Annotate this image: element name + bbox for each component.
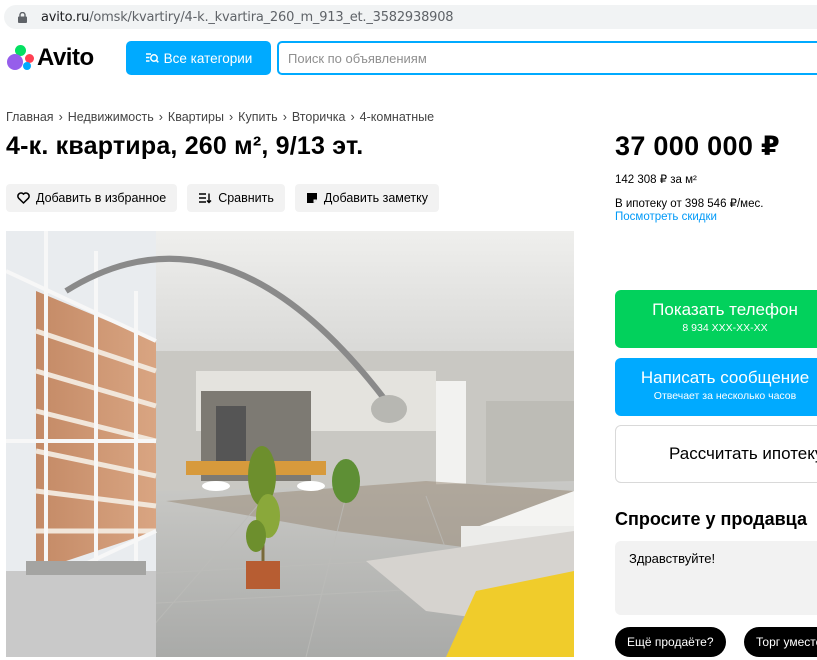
show-phone-button[interactable]: Показать телефон 8 934 XXX-XX-XX bbox=[615, 290, 817, 348]
breadcrumb-item-home[interactable]: Главная bbox=[6, 110, 54, 124]
heart-icon bbox=[17, 192, 30, 204]
add-favorite-label: Добавить в избранное bbox=[36, 191, 167, 205]
discounts-link[interactable]: Посмотреть скидки bbox=[615, 211, 717, 223]
mortgage-info: В ипотеку от 398 546 ₽/мес. bbox=[615, 198, 764, 210]
logo-text: Avito bbox=[37, 44, 94, 71]
categories-search-icon bbox=[145, 52, 159, 64]
ask-seller-heading: Спросите у продавца bbox=[615, 509, 807, 529]
note-icon bbox=[306, 192, 318, 204]
search-input[interactable]: Поиск по объявлениям bbox=[277, 41, 817, 75]
search-placeholder: Поиск по объявлениям bbox=[288, 50, 427, 66]
breadcrumb-item-buy[interactable]: Купить bbox=[238, 110, 278, 124]
ask-seller-text: Здравствуйте! bbox=[629, 551, 716, 566]
breadcrumb-separator: › bbox=[350, 110, 355, 124]
compare-button[interactable]: Сравнить bbox=[187, 184, 285, 212]
listing-actions: Добавить в избранное Сравнить Добавить з… bbox=[6, 184, 449, 212]
breadcrumb-separator: › bbox=[228, 110, 234, 124]
add-note-button[interactable]: Добавить заметку bbox=[294, 184, 440, 212]
breadcrumb-separator: › bbox=[158, 110, 163, 124]
write-message-label: Написать сообщение bbox=[640, 368, 810, 387]
page-title: 4-к. квартира, 260 м², 9/13 эт. bbox=[6, 132, 364, 160]
url-path: /omsk/kvartiry/4-k._kvartira_260_m_913_e… bbox=[89, 9, 454, 25]
avito-logo[interactable]: Avito bbox=[6, 44, 94, 71]
add-note-label: Добавить заметку bbox=[323, 191, 429, 205]
price: 37 000 000 ₽ bbox=[615, 131, 781, 161]
url-domain: avito.ru bbox=[41, 9, 90, 25]
breadcrumb-separator: › bbox=[282, 110, 287, 124]
quick-reply-still-selling[interactable]: Ещё продаёте? bbox=[615, 627, 726, 657]
listing-photo[interactable] bbox=[6, 231, 574, 657]
logo-dots-icon bbox=[6, 45, 34, 71]
ask-seller-textarea[interactable]: Здравствуйте! bbox=[615, 541, 817, 615]
lock-icon bbox=[18, 11, 27, 23]
calculate-mortgage-label: Рассчитать ипотеку bbox=[669, 444, 817, 463]
breadcrumb-item-realty[interactable]: Недвижимость bbox=[68, 110, 154, 124]
breadcrumb-item-apartments[interactable]: Квартиры bbox=[168, 110, 224, 124]
add-favorite-button[interactable]: Добавить в избранное bbox=[6, 184, 178, 212]
url-text: avito.ru/omsk/kvartiry/4-k._kvartira_260… bbox=[41, 9, 454, 25]
show-phone-label: Показать телефон bbox=[652, 300, 798, 319]
breadcrumb: Главная › Недвижимость › Квартиры › Купить ›… bbox=[6, 110, 434, 124]
compare-label: Сравнить bbox=[218, 191, 274, 205]
calculate-mortgage-button[interactable]: Рассчитать ипотеку bbox=[615, 425, 817, 483]
breadcrumb-separator: › bbox=[58, 110, 63, 124]
browser-address-bar: avito.ru/omsk/kvartiry/4-k._kvartira_260… bbox=[0, 0, 817, 34]
quick-reply-label: Ещё продаёте? bbox=[627, 635, 714, 649]
all-categories-label: Все категории bbox=[163, 50, 253, 66]
apartment-interior-image bbox=[6, 231, 574, 657]
phone-masked: 8 934 XXX-XX-XX bbox=[682, 322, 768, 334]
write-message-button[interactable]: Написать сообщение Отвечает за несколько… bbox=[615, 358, 817, 416]
response-time: Отвечает за несколько часов bbox=[653, 390, 797, 402]
compare-icon bbox=[198, 192, 212, 204]
url-field[interactable]: avito.ru/omsk/kvartiry/4-k._kvartira_260… bbox=[4, 5, 817, 29]
all-categories-button[interactable]: Все категории bbox=[126, 41, 271, 75]
quick-reply-label: Торг уместен? bbox=[756, 635, 817, 649]
breadcrumb-item-4-rooms[interactable]: 4-комнатные bbox=[360, 110, 434, 124]
quick-reply-bargain[interactable]: Торг уместен? bbox=[744, 627, 817, 657]
breadcrumb-item-secondary[interactable]: Вторичка bbox=[292, 110, 346, 124]
price-per-m2: 142 308 ₽ за м² bbox=[615, 174, 697, 186]
